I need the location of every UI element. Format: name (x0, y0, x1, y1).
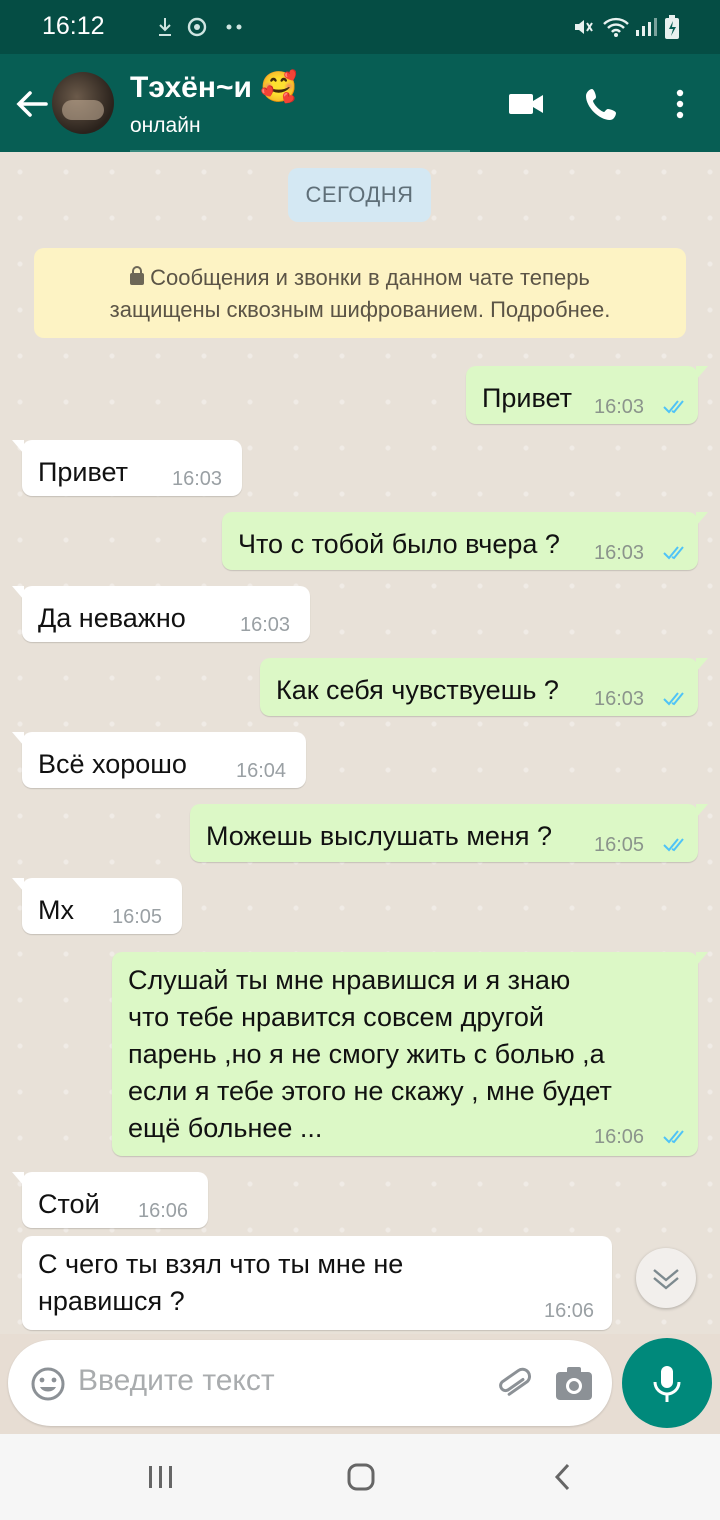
video-call-icon[interactable] (506, 84, 546, 124)
message-text: Что с тобой было вчера ? (238, 529, 560, 559)
phone-icon[interactable] (582, 84, 622, 124)
camera-icon[interactable] (554, 1366, 594, 1402)
status-time: 16:12 (42, 12, 105, 40)
message-bubble-outgoing[interactable]: Можешь выслушать меня ? 16:05 (190, 804, 708, 862)
mute-icon (575, 20, 593, 34)
chevron-down-icon (653, 1269, 679, 1290)
recents-icon[interactable] (146, 1464, 176, 1490)
double-check-icon (663, 546, 684, 560)
avatar[interactable] (52, 72, 114, 134)
message-text: С чего ты взял что ты мне не нравишся ? (38, 1249, 404, 1316)
attach-icon[interactable] (494, 1364, 534, 1404)
double-check-icon (663, 1130, 684, 1144)
sync-icon (187, 17, 207, 37)
battery-icon (665, 15, 679, 39)
status-bar: 16:12 (0, 0, 720, 54)
message-time: 16:03 (594, 396, 645, 418)
encryption-notice-line2: защищены сквозным шифрованием. Подробнее… (109, 297, 611, 322)
more-vert-icon[interactable] (660, 84, 700, 124)
message-bubble-incoming[interactable]: Всё хорошо 16:04 (12, 732, 306, 788)
message-bubble-incoming[interactable]: С чего ты взял что ты мне не нравишся ? … (22, 1236, 612, 1330)
message-time: 16:03 (594, 688, 645, 710)
chat-header: Тэхён~и 🥰 онлайн (0, 54, 720, 152)
double-check-icon (663, 400, 684, 414)
message-text: Как себя чувствуешь ? (276, 675, 559, 705)
message-text: Можешь выслушать меня ? (206, 821, 552, 851)
lock-icon (130, 266, 145, 285)
message-time: 16:03 (594, 542, 645, 564)
message-time: 16:06 (594, 1126, 645, 1148)
encryption-notice[interactable]: Сообщения и звонки в данном чате теперь … (34, 248, 686, 338)
signal-icon (636, 18, 657, 36)
message-time: 16:06 (544, 1300, 595, 1322)
date-chip: СЕГОДНЯ (288, 168, 431, 222)
message-time: 16:04 (236, 760, 287, 782)
message-bubble-incoming[interactable]: Мх 16:05 (12, 878, 182, 934)
voice-record-button[interactable] (622, 1338, 712, 1428)
message-bubble-outgoing[interactable]: Как себя чувствуешь ? 16:03 (260, 658, 708, 716)
mic-icon (653, 1366, 681, 1402)
wifi-icon (603, 17, 629, 37)
message-text: Привет (38, 457, 129, 487)
home-icon[interactable] (346, 1462, 376, 1492)
contact-status: онлайн (130, 114, 201, 137)
message-bubble-incoming[interactable]: Стой 16:06 (12, 1172, 208, 1228)
message-bubble-outgoing[interactable]: Что с тобой было вчера ? 16:03 (222, 512, 708, 570)
double-check-icon (663, 692, 684, 706)
download-icon (159, 18, 171, 36)
message-text: Да неважно (38, 603, 186, 633)
message-bubble-outgoing[interactable]: Привет 16:03 (466, 366, 708, 424)
more-notifications-icon (226, 24, 242, 30)
message-bubble-incoming[interactable]: Привет 16:03 (12, 440, 242, 496)
contact-name[interactable]: Тэхён~и 🥰 (130, 70, 298, 105)
message-time: 16:03 (240, 614, 291, 636)
system-navigation-bar (0, 1434, 720, 1520)
double-check-icon (663, 838, 684, 852)
message-text: Стой (38, 1189, 100, 1219)
scroll-to-bottom-button[interactable] (636, 1248, 696, 1308)
back-arrow-icon[interactable] (12, 84, 52, 124)
message-time: 16:05 (112, 906, 163, 928)
message-text: Привет (482, 383, 573, 413)
back-nav-icon[interactable] (550, 1462, 576, 1492)
message-text: Слушай ты мне нравишся и я знаю что тебе… (128, 965, 612, 1143)
emoji-icon[interactable] (30, 1366, 66, 1402)
message-text: Мх (38, 895, 74, 925)
message-input[interactable]: Введите текст (78, 1364, 275, 1398)
message-bubble-incoming[interactable]: Да неважно 16:03 (12, 586, 310, 642)
message-time: 16:05 (594, 834, 645, 856)
message-bubble-outgoing[interactable]: Слушай ты мне нравишся и я знаю что тебе… (112, 952, 708, 1156)
message-composer[interactable]: Введите текст (8, 1340, 612, 1426)
message-text: Всё хорошо (38, 749, 187, 779)
message-time: 16:03 (172, 468, 223, 490)
message-time: 16:06 (138, 1200, 189, 1222)
encryption-notice-line1: Сообщения и звонки в данном чате теперь (150, 265, 590, 290)
chat-area[interactable]: СЕГОДНЯ Сообщения и звонки в данном чате… (0, 152, 720, 1334)
